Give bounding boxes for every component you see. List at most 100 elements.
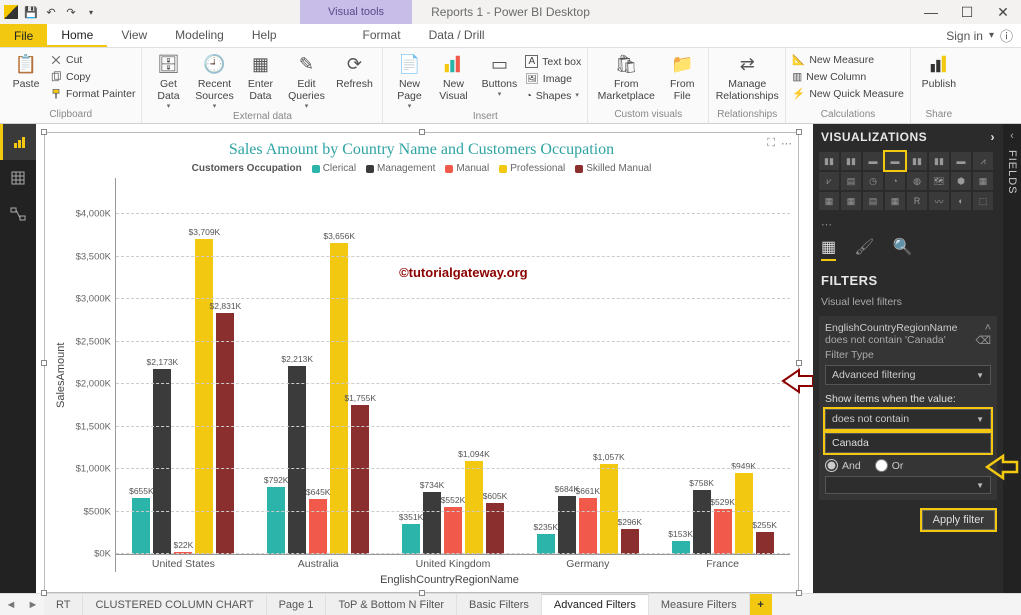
clear-filter-icon[interactable]: ⌫ xyxy=(975,334,991,347)
paste-button[interactable]: 📋 Paste xyxy=(6,52,46,90)
filter-operator2-select[interactable]: ▼ xyxy=(825,476,991,494)
filter-operator-select[interactable]: does not contain▼ xyxy=(825,409,991,429)
close-button[interactable]: ✕ xyxy=(985,0,1021,24)
page-tab[interactable]: RT xyxy=(44,594,83,615)
format-tab-icon[interactable]: 🖌 xyxy=(854,237,874,261)
qa-more-icon[interactable]: ▾ xyxy=(82,3,100,21)
viz-tile[interactable]: ⬢ xyxy=(951,172,971,190)
viz-tile[interactable]: ▦ xyxy=(885,192,905,210)
viz-tile[interactable]: ▮▮ xyxy=(929,152,949,170)
visual-container[interactable]: ⛶ ⋯ Sales Amount by Country Name and Cus… xyxy=(44,132,799,593)
more-visuals-icon[interactable]: ⋯ xyxy=(813,216,1003,233)
buttons-button[interactable]: ▭Buttons▾ xyxy=(477,52,521,99)
new-measure-button[interactable]: 📐New Measure xyxy=(792,52,904,67)
from-marketplace-button[interactable]: 🛍From Marketplace xyxy=(594,52,658,102)
resize-handle[interactable] xyxy=(419,129,425,135)
and-radio[interactable]: And xyxy=(825,459,861,472)
resize-handle[interactable] xyxy=(41,129,47,135)
edit-queries-button[interactable]: ✎Edit Queries▾ xyxy=(284,52,328,111)
maximize-button[interactable]: ☐ xyxy=(949,0,985,24)
page-tab[interactable]: Basic Filters xyxy=(457,594,542,615)
viz-tile[interactable]: ▮▮ xyxy=(907,152,927,170)
page-tab[interactable]: Page 1 xyxy=(267,594,327,615)
page-tab[interactable]: CLUSTERED COLUMN CHART xyxy=(83,594,266,615)
from-file-button[interactable]: 📁From File xyxy=(662,52,702,102)
new-page-button[interactable]: 📄New Page▾ xyxy=(389,52,429,111)
visualizations-panel-header[interactable]: VISUALIZATIONS› xyxy=(813,124,1003,150)
analytics-tab-icon[interactable]: 🔍 xyxy=(892,237,912,261)
add-page-button[interactable]: + xyxy=(750,594,772,615)
viz-tile[interactable]: ▬ xyxy=(863,152,883,170)
resize-handle[interactable] xyxy=(41,590,47,596)
quick-measure-button[interactable]: ⚡New Quick Measure xyxy=(792,86,904,101)
tab-data-drill[interactable]: Data / Drill xyxy=(415,24,499,47)
viz-tile[interactable]: ◷ xyxy=(863,172,883,190)
data-view-button[interactable] xyxy=(0,160,36,196)
resize-handle[interactable] xyxy=(796,360,802,366)
shapes-button[interactable]: ◔Shapes ▾ xyxy=(525,88,581,103)
save-icon[interactable]: 💾 xyxy=(22,3,40,21)
viz-tile[interactable]: ⩘ xyxy=(973,152,993,170)
viz-tile[interactable]: ▦ xyxy=(841,192,861,210)
new-visual-button[interactable]: New Visual xyxy=(433,52,473,102)
filter-type-select[interactable]: Advanced filtering▼ xyxy=(825,365,991,385)
publish-button[interactable]: Publish xyxy=(917,52,961,90)
viz-tile[interactable]: ▮▮ xyxy=(841,152,861,170)
resize-handle[interactable] xyxy=(796,129,802,135)
viz-tile[interactable]: ▮▮ xyxy=(819,152,839,170)
apply-filter-button[interactable]: Apply filter xyxy=(922,510,995,530)
page-tab[interactable]: Advanced Filters xyxy=(542,594,649,615)
viz-tile[interactable]: ◐ xyxy=(951,192,971,210)
viz-tile[interactable]: ⩗ xyxy=(819,172,839,190)
resize-handle[interactable] xyxy=(796,590,802,596)
refresh-button[interactable]: ⟳Refresh xyxy=(332,52,376,90)
more-options-icon[interactable]: ⋯ xyxy=(781,137,792,150)
tab-help[interactable]: Help xyxy=(238,24,291,47)
viz-tile[interactable]: R xyxy=(907,192,927,210)
redo-icon[interactable]: ↷ xyxy=(62,3,80,21)
fields-rail-collapsed[interactable]: ‹ FIELDS xyxy=(1003,124,1021,593)
focus-mode-icon[interactable]: ⛶ xyxy=(767,137,775,150)
help-icon[interactable]: ⓘ xyxy=(1000,26,1013,45)
model-view-button[interactable] xyxy=(0,196,36,232)
file-tab[interactable]: File xyxy=(0,24,47,47)
viz-tile[interactable]: ▬ xyxy=(951,152,971,170)
copy-button[interactable]: Copy xyxy=(50,69,135,84)
fields-tab-icon[interactable]: ▦ xyxy=(821,237,836,261)
tab-modeling[interactable]: Modeling xyxy=(161,24,238,47)
chevron-left-icon[interactable]: ‹ xyxy=(1010,130,1014,142)
viz-tile[interactable]: ▬ xyxy=(885,152,905,170)
or-radio[interactable]: Or xyxy=(875,459,904,472)
tab-home[interactable]: Home xyxy=(47,24,107,47)
resize-handle[interactable] xyxy=(41,360,47,366)
minimize-button[interactable]: — xyxy=(913,0,949,24)
viz-tile[interactable]: ▤ xyxy=(841,172,861,190)
viz-tile[interactable]: ▦ xyxy=(819,192,839,210)
report-view-button[interactable] xyxy=(0,124,36,160)
tab-view[interactable]: View xyxy=(107,24,161,47)
viz-tile[interactable]: 〰 xyxy=(929,192,949,210)
recent-sources-button[interactable]: 🕘Recent Sources▾ xyxy=(192,52,236,111)
get-data-button[interactable]: 🗄Get Data▾ xyxy=(148,52,188,111)
viz-tile[interactable]: ▦ xyxy=(973,172,993,190)
viz-tile[interactable]: 🗺 xyxy=(929,172,949,190)
page-tab[interactable]: ToP & Bottom N Filter xyxy=(326,594,457,615)
cut-button[interactable]: Cut xyxy=(50,52,135,67)
signin-button[interactable]: Sign in ▾ ⓘ xyxy=(938,24,1021,47)
undo-icon[interactable]: ↶ xyxy=(42,3,60,21)
viz-tile[interactable]: ◍ xyxy=(907,172,927,190)
format-painter-button[interactable]: Format Painter xyxy=(50,86,135,101)
viz-tile[interactable]: ⬚ xyxy=(973,192,993,210)
enter-data-button[interactable]: ▦Enter Data xyxy=(240,52,280,102)
page-nav-prev[interactable]: ◄ xyxy=(0,594,22,615)
manage-relationships-button[interactable]: ⇄Manage Relationships xyxy=(715,52,779,102)
collapse-filter-icon[interactable]: ˄ xyxy=(985,322,991,334)
new-column-button[interactable]: ▥New Column xyxy=(792,69,904,84)
tab-format[interactable]: Format xyxy=(349,24,415,47)
page-tab[interactable]: Measure Filters xyxy=(649,594,750,615)
textbox-button[interactable]: AText box xyxy=(525,54,581,69)
report-canvas[interactable]: ⛶ ⋯ Sales Amount by Country Name and Cus… xyxy=(36,124,813,593)
image-button[interactable]: 🖼Image xyxy=(525,71,581,86)
filter-value-input[interactable] xyxy=(825,433,991,453)
page-nav-next[interactable]: ► xyxy=(22,594,44,615)
